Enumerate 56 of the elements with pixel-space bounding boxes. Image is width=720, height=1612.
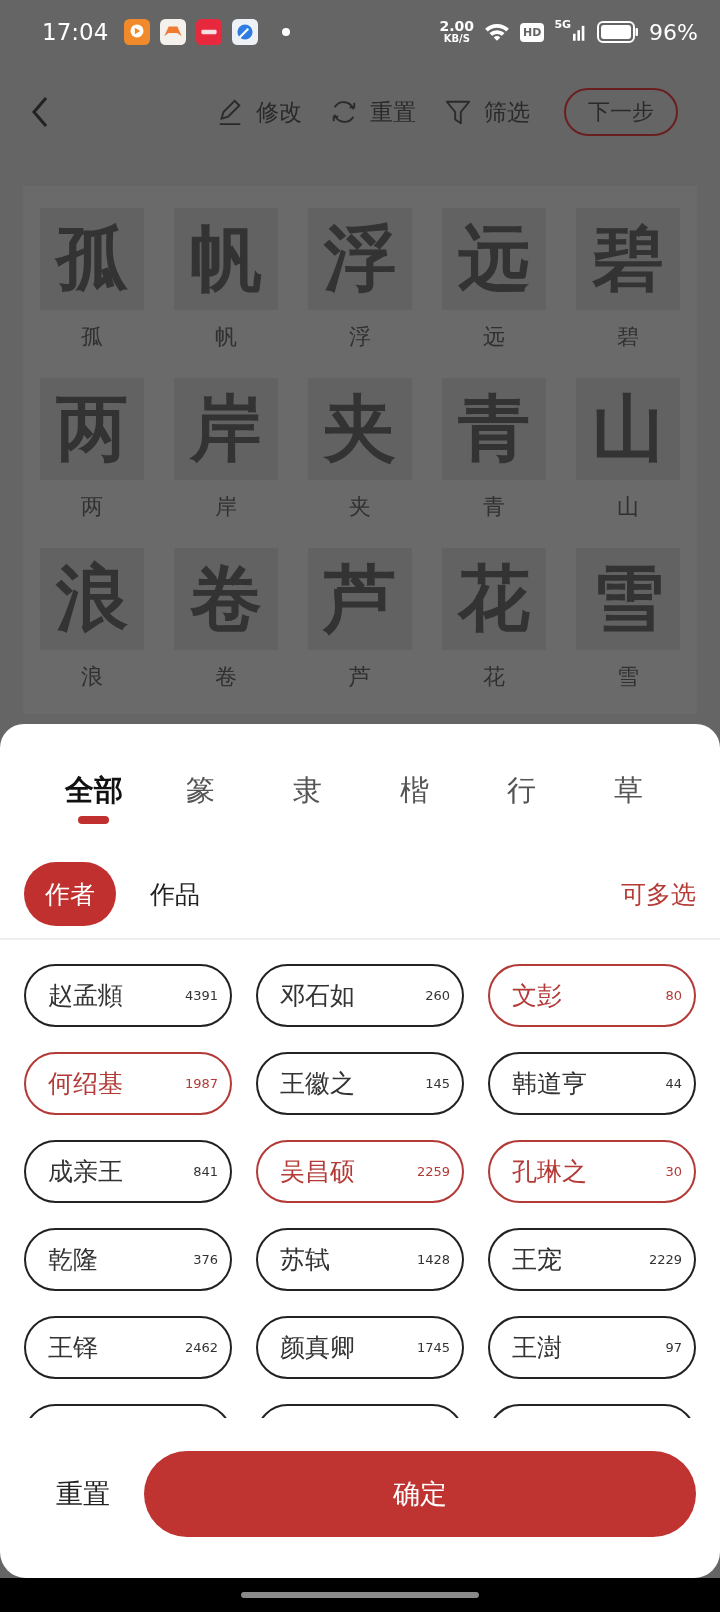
character-label: 雪 — [617, 663, 639, 691]
wifi-icon — [484, 21, 511, 43]
script-tab[interactable]: 隶 — [254, 764, 361, 850]
script-tab[interactable]: 全部 — [40, 764, 147, 850]
author-chip[interactable]: 王澍 97 — [488, 1316, 696, 1379]
character-label: 碧 — [617, 323, 639, 351]
back-icon — [30, 96, 50, 128]
filter-icon — [444, 98, 472, 126]
author-chip[interactable]: 孔琳之 30 — [488, 1140, 696, 1203]
hd-badge: HD — [520, 22, 545, 42]
reset-button[interactable]: 重置 — [56, 1476, 110, 1512]
character-label: 卷 — [215, 663, 237, 691]
character-label: 浪 — [81, 663, 103, 691]
network-speed: 2.00 KB/S — [439, 20, 475, 44]
character-label: 两 — [81, 493, 103, 521]
author-chip[interactable]: 韩道亨 44 — [488, 1052, 696, 1115]
character-label: 花 — [483, 663, 505, 691]
author-chip[interactable]: 王徽之 145 — [256, 1052, 464, 1115]
character-label: 浮 — [349, 323, 371, 351]
author-chip[interactable]: 何绍基 1987 — [24, 1052, 232, 1115]
script-tab[interactable]: 行 — [468, 764, 575, 850]
character-label: 孤 — [81, 323, 103, 351]
confirm-button[interactable]: 确定 — [144, 1451, 696, 1537]
character-label: 芦 — [349, 663, 371, 691]
character-label: 岸 — [215, 493, 237, 521]
character-label: 青 — [483, 493, 505, 521]
author-chip[interactable]: 邓石如 260 — [256, 964, 464, 1027]
status-time: 17:04 — [42, 19, 109, 45]
browser-app-icon — [232, 19, 259, 45]
author-chip[interactable]: 赵孟頫 4391 — [24, 964, 232, 1027]
author-chip[interactable]: 乾隆 376 — [24, 1228, 232, 1291]
game-app-icon — [160, 19, 187, 45]
mode-toggle[interactable]: 作品 — [150, 862, 200, 926]
video-app-icon — [124, 19, 151, 45]
author-chip[interactable]: 颜真卿 1745 — [256, 1316, 464, 1379]
shopping-app-icon — [196, 19, 223, 45]
battery-icon — [597, 21, 640, 43]
author-chip[interactable]: 王铎 2462 — [24, 1316, 232, 1379]
character-label: 远 — [483, 323, 505, 351]
author-chip[interactable]: 文彭 80 — [488, 964, 696, 1027]
mode-toggle[interactable]: 作者 — [24, 862, 116, 926]
network-type: 5G — [554, 18, 572, 31]
script-tab[interactable]: 楷 — [361, 764, 468, 850]
author-chip[interactable]: 苏轼 1428 — [256, 1228, 464, 1291]
multi-select-hint: 可多选 — [621, 878, 696, 911]
script-tab[interactable]: 草 — [575, 764, 682, 850]
notification-dot-icon — [282, 28, 291, 36]
author-chip[interactable]: 吴昌硕 2259 — [256, 1140, 464, 1203]
character-label: 帆 — [215, 323, 237, 351]
refresh-icon — [330, 98, 358, 126]
character-label: 夹 — [349, 493, 371, 521]
character-label: 山 — [617, 493, 639, 521]
battery-percent: 96% — [649, 19, 698, 45]
author-chip[interactable]: 王宠 2229 — [488, 1228, 696, 1291]
author-chip[interactable]: 成亲王 841 — [24, 1140, 232, 1203]
script-tab[interactable]: 篆 — [147, 764, 254, 850]
